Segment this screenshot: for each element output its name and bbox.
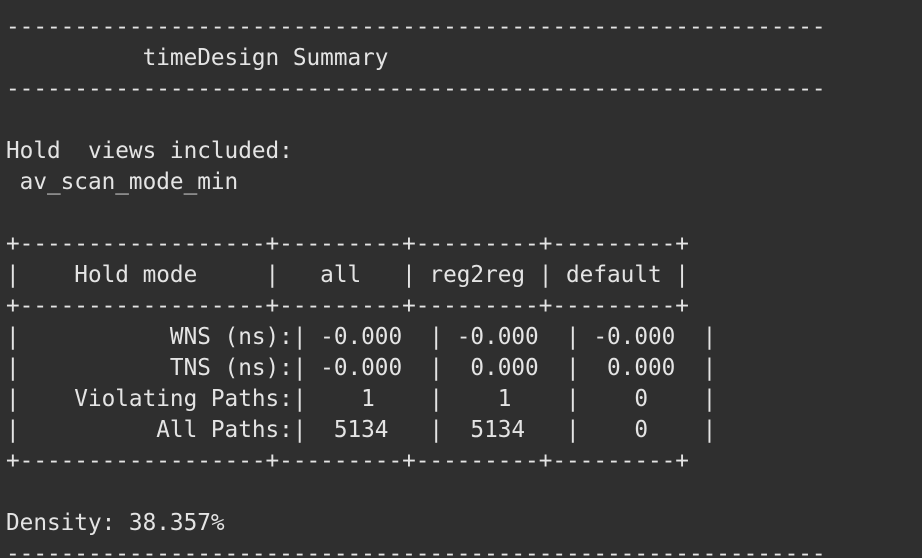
table-border-mid: +------------------+---------+---------+… [6, 293, 689, 319]
table-row-wns: | WNS (ns):| -0.000 | -0.000 | -0.000 | [6, 324, 717, 350]
separator-line: ----------------------------------------… [6, 541, 826, 558]
separator-line: ----------------------------------------… [6, 76, 826, 102]
separator-line: ----------------------------------------… [6, 14, 826, 40]
view-name: av_scan_mode_min [6, 169, 239, 195]
terminal-window: ----------------------------------------… [0, 0, 922, 558]
table-header-row: | Hold mode | all | reg2reg | default | [6, 262, 689, 288]
views-heading: Hold views included: [6, 138, 293, 164]
table-row-tns: | TNS (ns):| -0.000 | 0.000 | 0.000 | [6, 355, 717, 381]
density-line: Density: 38.357% [6, 510, 225, 536]
table-border-bottom: +------------------+---------+---------+… [6, 448, 689, 474]
report-title: timeDesign Summary [6, 45, 389, 71]
table-row-violating: | Violating Paths:| 1 | 1 | 0 | [6, 386, 717, 412]
table-row-all-paths: | All Paths:| 5134 | 5134 | 0 | [6, 417, 717, 443]
table-border-top: +------------------+---------+---------+… [6, 231, 689, 257]
